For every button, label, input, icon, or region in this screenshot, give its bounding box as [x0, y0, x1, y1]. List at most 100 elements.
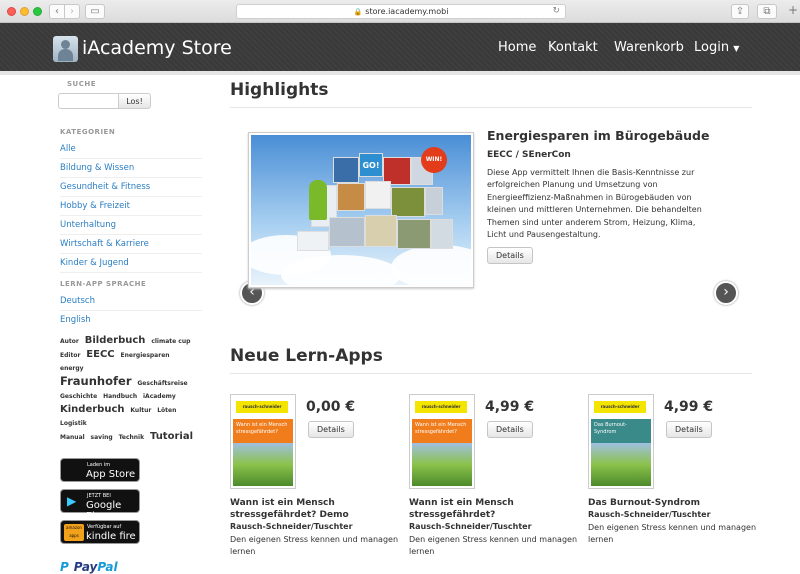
highlight-artwork: GO! WIN!	[251, 135, 471, 285]
app-details-button[interactable]: Details	[308, 421, 354, 438]
tag-cloud: Autor Bilderbuch climate cup Editor EECC…	[60, 334, 198, 444]
new-tab-icon[interactable]: +	[786, 4, 800, 19]
tag[interactable]: Editor	[60, 352, 80, 359]
tag[interactable]: Löten	[157, 407, 176, 414]
divider	[230, 373, 752, 374]
category-hobby-freizeit[interactable]: Hobby & Freizeit	[60, 197, 202, 216]
app-author: Rausch-Schneider/Tuschter	[409, 522, 532, 531]
main-content: Highlights ‹ GO! WIN! Energiesparen im B…	[230, 80, 756, 556]
badge-small-text: Verfügbar auf	[87, 524, 122, 530]
badge-big-text: kindle fire	[86, 531, 136, 542]
category-unterhaltung[interactable]: Unterhaltung	[60, 216, 202, 235]
language-deutsch[interactable]: Deutsch	[60, 292, 202, 311]
tag[interactable]: energy	[60, 365, 84, 372]
sidebar-toggle-icon[interactable]: ▭	[85, 4, 105, 19]
nav-login-label: Login	[694, 40, 730, 55]
nav-login[interactable]: Login ▼	[694, 40, 739, 55]
tag[interactable]: Geschäftsreise	[137, 380, 187, 387]
google-play-badge[interactable]: ▶ JETZT BEI Google Play	[60, 489, 140, 522]
tag[interactable]: Kultur	[130, 407, 151, 414]
reload-icon[interactable]: ↻	[552, 5, 560, 18]
tag[interactable]: climate cup	[151, 338, 190, 345]
url-text: store.iacademy.mobi	[365, 7, 449, 16]
brand-name[interactable]: iAcademy Store	[82, 37, 232, 59]
badge-big-text: Google Play	[86, 500, 122, 522]
app-store-badge[interactable]: Laden im App Store	[60, 458, 140, 482]
app-author: Rausch-Schneider/Tuschter	[230, 522, 353, 531]
cover-logo: rausch-schneider	[594, 401, 646, 413]
share-icon[interactable]: ⇪	[731, 4, 749, 19]
tag[interactable]: Bilderbuch	[85, 335, 146, 346]
nav-warenkorb[interactable]: Warenkorb	[614, 40, 684, 55]
tag[interactable]: Geschichte	[60, 393, 97, 400]
app-cover-image[interactable]: rausch-schneider Das Burnout-Syndrom	[588, 394, 654, 489]
app-price: 4,99 €	[485, 399, 535, 415]
new-apps-heading: Neue Lern-Apps	[230, 346, 383, 366]
win-label: WIN!	[421, 147, 447, 173]
tabs-overview-icon[interactable]: ⧉	[757, 4, 777, 19]
forward-icon[interactable]: ›	[64, 4, 80, 19]
browser-toolbar: ‹ › ▭ 🔒 store.iacademy.mobi ↻ ⇪ ⧉ +	[0, 0, 800, 23]
amazon-apps-icon: amazon apps	[64, 524, 84, 541]
app-cover-image[interactable]: rausch-schneider Wann ist ein Mensch str…	[409, 394, 475, 489]
carousel-next-button[interactable]: ›	[714, 281, 738, 305]
app-author: Rausch-Schneider/Tuschter	[588, 510, 711, 519]
tag[interactable]: Tutorial	[150, 431, 193, 442]
tag[interactable]: EECC	[86, 349, 114, 360]
paypal-logo: P PayPal	[60, 560, 202, 574]
app-description: Den eigenen Stress kennen und managen le…	[230, 535, 399, 556]
highlight-title[interactable]: Energiesparen im Bürogebäude	[487, 128, 715, 143]
tag[interactable]: Technik	[119, 434, 145, 441]
paypal-pal: Pal	[97, 560, 118, 574]
highlight-image[interactable]: GO! WIN!	[248, 132, 474, 288]
address-bar[interactable]: 🔒 store.iacademy.mobi ↻	[236, 4, 566, 19]
paypal-icon: P	[60, 560, 69, 574]
search-button[interactable]: Los!	[119, 93, 151, 109]
tag[interactable]: Autor	[60, 338, 79, 345]
language-heading: LERN-APP SPRACHE	[60, 280, 147, 288]
highlight-description: Diese App vermittelt Ihnen die Basis-Ken…	[487, 168, 702, 240]
tag[interactable]: Energiesparen	[121, 352, 170, 359]
minimize-window-button[interactable]	[20, 7, 29, 16]
logo-icon[interactable]	[53, 36, 78, 62]
app-description: Den eigenen Stress kennen und managen le…	[409, 535, 578, 556]
go-label: GO!	[359, 153, 383, 177]
app-details-button[interactable]: Details	[487, 421, 533, 438]
zoom-window-button[interactable]	[33, 7, 42, 16]
tag[interactable]: Manual	[60, 434, 85, 441]
app-details-button[interactable]: Details	[666, 421, 712, 438]
app-cover-image[interactable]: rausch-schneider Wann ist ein Mensch str…	[230, 394, 296, 489]
play-icon: ▶	[67, 494, 77, 508]
nav-kontakt[interactable]: Kontakt	[548, 40, 598, 55]
cover-logo: rausch-schneider	[415, 401, 467, 413]
tag[interactable]: iAcademy	[143, 393, 176, 400]
tag[interactable]: Logistik	[60, 420, 87, 427]
highlights-heading: Highlights	[230, 80, 329, 100]
highlight-author: EECC / SEnerCon	[487, 150, 571, 160]
category-kinder-jugend[interactable]: Kinder & Jugend	[60, 254, 202, 273]
category-alle[interactable]: Alle	[60, 140, 202, 159]
kindle-fire-badge[interactable]: amazon apps Verfügbar auf kindle fire	[60, 520, 140, 544]
category-wirtschaft-karriere[interactable]: Wirtschaft & Karriere	[60, 235, 202, 254]
badge-small-text: JETZT BEI	[87, 493, 111, 499]
tag[interactable]: saving	[91, 434, 113, 441]
highlight-details-button[interactable]: Details	[487, 247, 533, 265]
tag[interactable]: Kinderbuch	[60, 404, 125, 415]
category-bildung-wissen[interactable]: Bildung & Wissen	[60, 159, 202, 178]
language-english[interactable]: English	[60, 311, 202, 330]
app-title[interactable]: Wann ist ein Mensch stressgefährdet?	[409, 497, 579, 521]
app-title[interactable]: Wann ist ein Mensch stressgefährdet? Dem…	[230, 497, 400, 521]
tag[interactable]: Handbuch	[103, 393, 137, 400]
back-icon[interactable]: ‹	[49, 4, 65, 19]
app-title[interactable]: Das Burnout-Syndrom	[588, 497, 758, 509]
app-price: 4,99 €	[664, 399, 714, 415]
search-input[interactable]	[58, 93, 119, 109]
cover-text: Wann ist ein Mensch stressgefährdet?	[412, 419, 472, 443]
category-gesundheit-fitness[interactable]: Gesundheit & Fitness	[60, 178, 202, 197]
tag[interactable]: Fraunhofer	[60, 374, 132, 388]
close-window-button[interactable]	[7, 7, 16, 16]
badge-big-text: App Store	[86, 469, 136, 480]
cover-text: Wann ist ein Mensch stressgefährdet?	[233, 419, 293, 443]
nav-home[interactable]: Home	[498, 40, 536, 55]
highlight-text: Energiesparen im Bürogebäude EECC / SEne…	[487, 128, 715, 265]
